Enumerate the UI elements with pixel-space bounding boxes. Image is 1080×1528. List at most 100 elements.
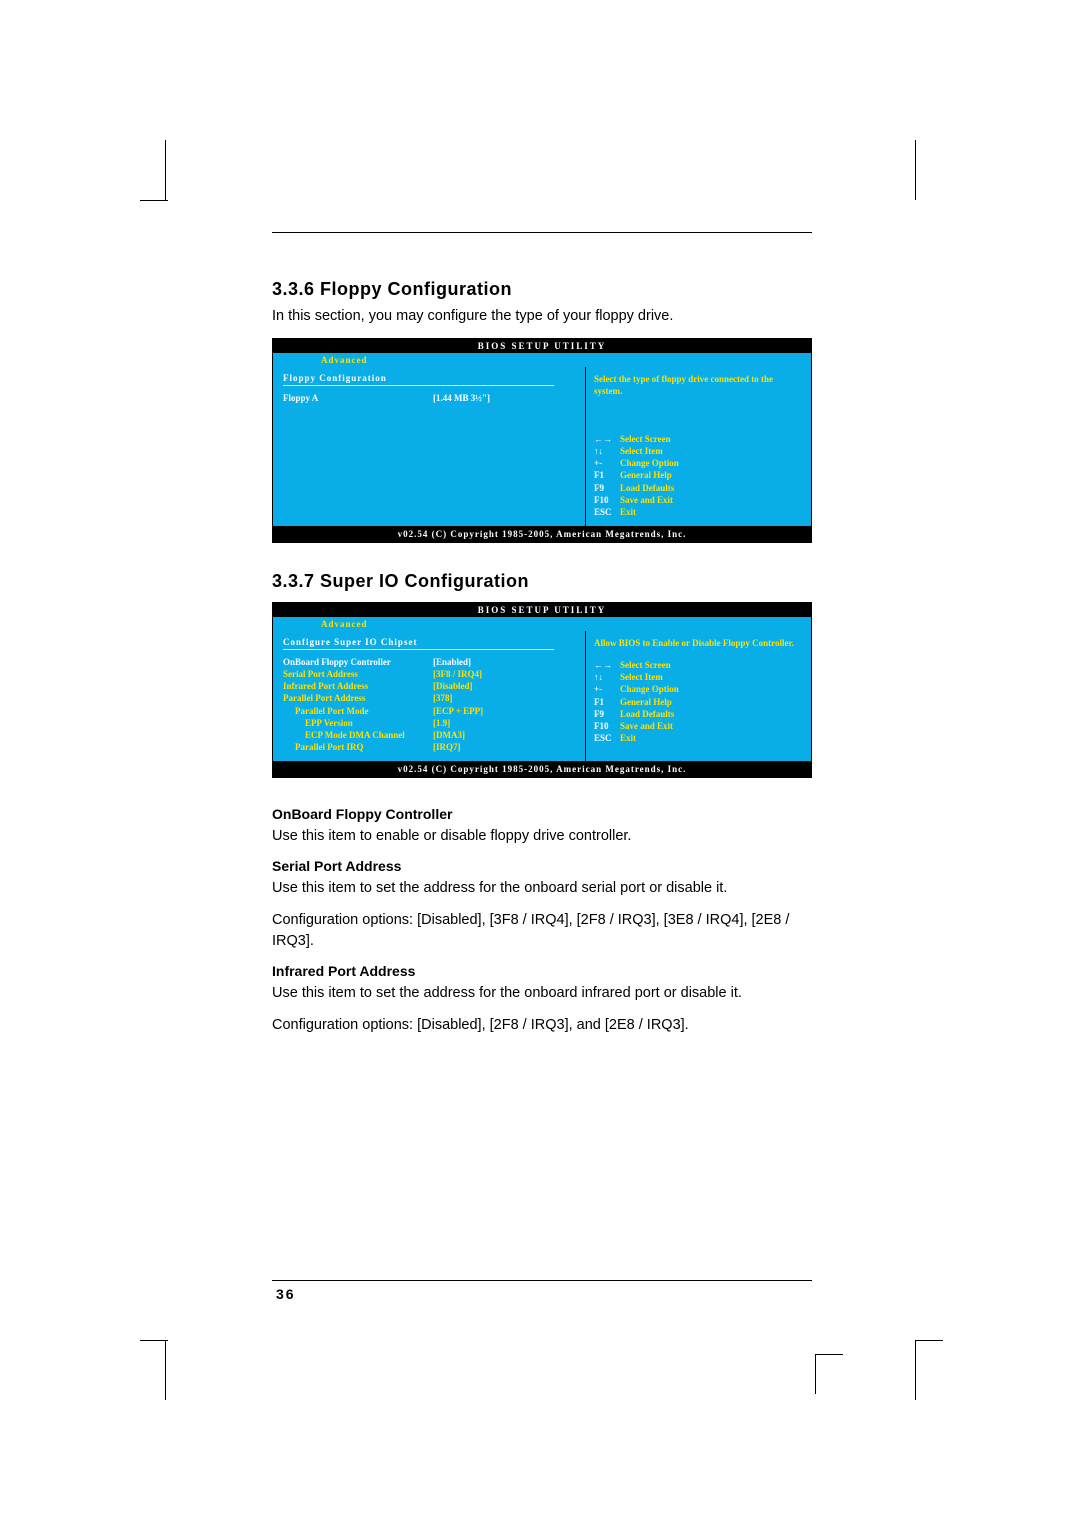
bios-key-row: ←→Select Screen xyxy=(594,433,803,445)
bios-key: ←→ xyxy=(594,659,620,671)
bios-setting-label: OnBoard Floppy Controller xyxy=(283,656,433,668)
divider xyxy=(283,385,554,386)
bios-right-pane: Allow BIOS to Enable or Disable Floppy C… xyxy=(585,631,811,761)
bios-key-row: F10Save and Exit xyxy=(594,720,803,732)
bios-setting-row: Serial Port Address[3F8 / IRQ4] xyxy=(283,668,577,680)
bios-key: F9 xyxy=(594,708,620,720)
item-text: Use this item to enable or disable flopp… xyxy=(272,826,812,848)
bios-key-desc: Exit xyxy=(620,507,636,517)
bios-key-desc: Load Defaults xyxy=(620,709,674,719)
bios-key-desc: Select Screen xyxy=(620,434,671,444)
item-text: Configuration options: [Disabled], [3F8 … xyxy=(272,910,812,954)
bios-key: ←→ xyxy=(594,433,620,445)
bios-left-title: Configure Super IO Chipset xyxy=(283,637,577,647)
bios-setting-label: Serial Port Address xyxy=(283,668,433,680)
bios-key: F10 xyxy=(594,494,620,506)
bios-tab-advanced: Advanced xyxy=(321,619,368,629)
bios-setting-value: [IRQ7] xyxy=(433,741,461,753)
bios-setting-row: Floppy A[1.44 MB 3½"] xyxy=(283,392,577,404)
bottom-rule xyxy=(272,1280,812,1281)
bios-left-title: Floppy Configuration xyxy=(283,373,577,383)
bios-setting-value: [1.44 MB 3½"] xyxy=(433,392,490,404)
bios-setting-value: [3F8 / IRQ4] xyxy=(433,668,482,680)
bios-setting-value: [DMA3] xyxy=(433,729,465,741)
bios-setting-row: Infrared Port Address[Disabled] xyxy=(283,680,577,692)
crop-mark xyxy=(140,1340,168,1341)
crop-mark xyxy=(915,1340,916,1400)
bios-key-desc: Change Option xyxy=(620,684,679,694)
bios-setting-label: Parallel Port IRQ xyxy=(283,741,433,753)
bios-key-desc: Exit xyxy=(620,733,636,743)
bios-key-row: ESCExit xyxy=(594,732,803,744)
bios-key-row: F1General Help xyxy=(594,696,803,708)
item-heading-serial: Serial Port Address xyxy=(272,858,812,874)
bios-help-text: Select the type of floppy drive connecte… xyxy=(594,373,803,397)
bios-setting-row: OnBoard Floppy Controller[Enabled] xyxy=(283,656,577,668)
bios-key: ↑↓ xyxy=(594,445,620,457)
bios-left-pane: Floppy Configuration Floppy A[1.44 MB 3½… xyxy=(273,367,585,526)
bios-key-legend: ←→Select Screen↑↓Select Item+-Change Opt… xyxy=(594,659,803,744)
bios-key-desc: Load Defaults xyxy=(620,483,674,493)
bios-setting-row: EPP Version[1.9] xyxy=(283,717,577,729)
crop-mark xyxy=(140,200,168,201)
bios-help-text: Allow BIOS to Enable or Disable Floppy C… xyxy=(594,637,803,649)
bios-setting-label: Infrared Port Address xyxy=(283,680,433,692)
bios-key: ESC xyxy=(594,732,620,744)
bios-setting-value: [1.9] xyxy=(433,717,450,729)
bios-title: BIOS SETUP UTILITY xyxy=(273,339,811,353)
bios-key-row: ←→Select Screen xyxy=(594,659,803,671)
bios-right-pane: Select the type of floppy drive connecte… xyxy=(585,367,811,526)
bios-key-row: +-Change Option xyxy=(594,683,803,695)
item-text: Configuration options: [Disabled], [2F8 … xyxy=(272,1015,812,1037)
bios-setting-value: [Disabled] xyxy=(433,680,473,692)
bios-footer: v02.54 (C) Copyright 1985-2005, American… xyxy=(273,526,811,542)
bios-setting-row: Parallel Port Mode[ECP + EPP] xyxy=(283,705,577,717)
page-content: 3.3.6 Floppy Configuration In this secti… xyxy=(272,232,812,1047)
crop-mark xyxy=(165,140,166,200)
bios-key-row: +-Change Option xyxy=(594,457,803,469)
bios-key-row: ↑↓Select Item xyxy=(594,445,803,457)
bios-key-desc: Save and Exit xyxy=(620,495,673,505)
bios-key: ↑↓ xyxy=(594,671,620,683)
bios-setting-value: [ECP + EPP] xyxy=(433,705,483,717)
bios-panel-floppy: BIOS SETUP UTILITY Advanced Floppy Confi… xyxy=(272,338,812,543)
page-number: 36 xyxy=(276,1286,296,1302)
crop-mark xyxy=(915,140,916,200)
divider xyxy=(283,649,554,650)
bios-key: +- xyxy=(594,457,620,469)
bios-key-row: ↑↓Select Item xyxy=(594,671,803,683)
bios-key: +- xyxy=(594,683,620,695)
bios-tabs: Advanced xyxy=(273,617,811,631)
bios-key: F1 xyxy=(594,469,620,481)
section-heading-337: 3.3.7 Super IO Configuration xyxy=(272,571,812,592)
crop-mark xyxy=(915,1340,943,1341)
crop-mark xyxy=(815,1354,843,1355)
bios-title: BIOS SETUP UTILITY xyxy=(273,603,811,617)
bios-key-desc: General Help xyxy=(620,697,672,707)
bios-setting-label: Parallel Port Address xyxy=(283,692,433,704)
bios-tabs: Advanced xyxy=(273,353,811,367)
bios-setting-label: ECP Mode DMA Channel xyxy=(283,729,433,741)
crop-mark xyxy=(815,1354,816,1394)
item-heading-onboard: OnBoard Floppy Controller xyxy=(272,806,812,822)
bios-key-row: F1General Help xyxy=(594,469,803,481)
bios-key-desc: Save and Exit xyxy=(620,721,673,731)
bios-key-desc: Select Item xyxy=(620,446,663,456)
bios-setting-label: Parallel Port Mode xyxy=(283,705,433,717)
bios-key-desc: Select Screen xyxy=(620,660,671,670)
bios-setting-row: ECP Mode DMA Channel[DMA3] xyxy=(283,729,577,741)
bios-key: F1 xyxy=(594,696,620,708)
item-text: Use this item to set the address for the… xyxy=(272,878,812,900)
item-text: Use this item to set the address for the… xyxy=(272,983,812,1005)
bios-setting-value: [378] xyxy=(433,692,453,704)
top-rule xyxy=(272,232,812,233)
bios-footer: v02.54 (C) Copyright 1985-2005, American… xyxy=(273,761,811,777)
bios-key-row: F9Load Defaults xyxy=(594,708,803,720)
bios-key-desc: General Help xyxy=(620,470,672,480)
bios-panel-superio: BIOS SETUP UTILITY Advanced Configure Su… xyxy=(272,602,812,778)
section-intro-336: In this section, you may configure the t… xyxy=(272,306,812,328)
crop-mark xyxy=(165,1340,166,1400)
bios-key-desc: Change Option xyxy=(620,458,679,468)
bios-key-row: ESCExit xyxy=(594,506,803,518)
bios-tab-advanced: Advanced xyxy=(321,355,368,365)
